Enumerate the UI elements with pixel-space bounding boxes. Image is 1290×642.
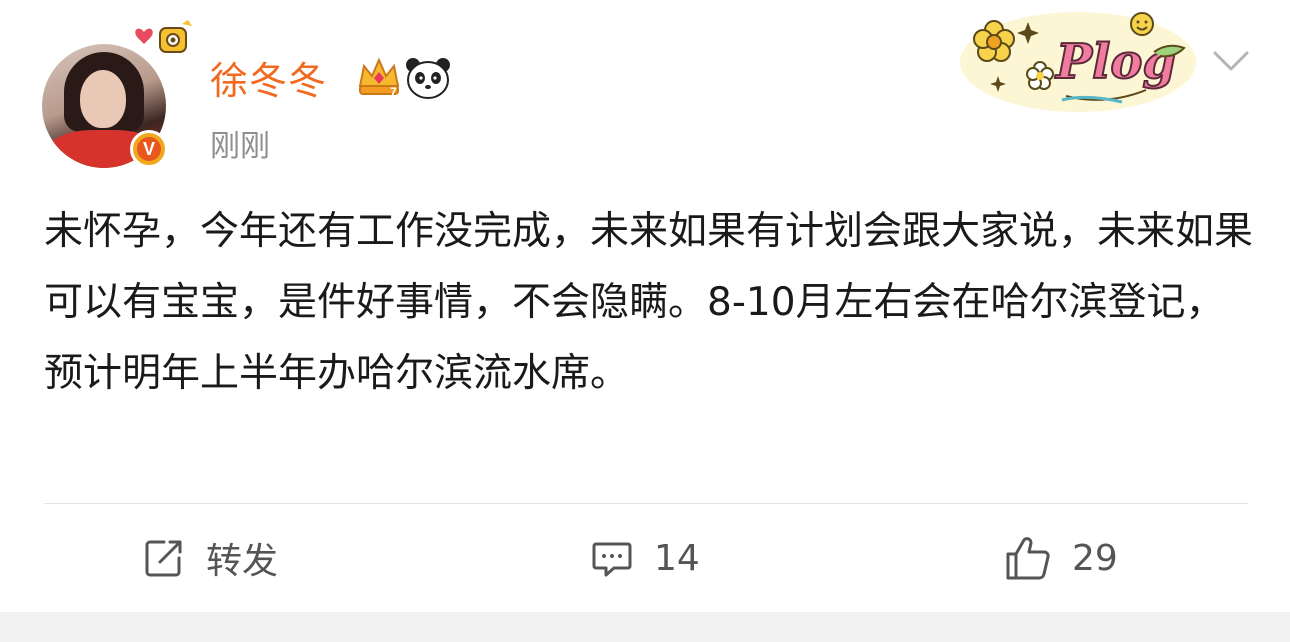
comment-icon <box>592 542 632 577</box>
repost-label: 转发 <box>206 541 279 582</box>
repost-icon <box>145 540 182 577</box>
feed-separator <box>0 612 1290 642</box>
post-time: 刚刚 <box>210 129 270 164</box>
author-avatar-wrap[interactable]: V <box>40 20 192 170</box>
divider <box>44 503 1248 504</box>
comment-count: 14 <box>654 537 700 579</box>
like-button[interactable]: 29 <box>1004 528 1118 588</box>
repost-button[interactable]: 转发 <box>142 528 278 588</box>
svg-text:7: 7 <box>390 85 397 98</box>
avatar-decoration-icon <box>135 20 192 53</box>
plog-badge-icon[interactable]: Plog <box>958 4 1198 114</box>
comment-button[interactable]: 14 <box>590 528 700 588</box>
chevron-down-icon[interactable] <box>1212 48 1250 76</box>
svg-text:Plog: Plog <box>1054 34 1176 90</box>
weibo-post: V 徐冬冬 7 刚刚 Plog 未怀孕，今年还有工作没完成，未来如果有计划会跟大… <box>0 0 1290 612</box>
crown-icon: 7 <box>358 57 400 98</box>
like-count: 29 <box>1072 537 1118 579</box>
verified-icon: V <box>130 130 168 168</box>
like-icon <box>1006 537 1050 580</box>
author-name[interactable]: 徐冬冬 <box>210 50 327 105</box>
post-text: 未怀孕，今年还有工作没完成，未来如果有计划会跟大家说，未来如果可以有宝宝，是件好… <box>44 209 1254 396</box>
panda-icon <box>406 58 450 99</box>
